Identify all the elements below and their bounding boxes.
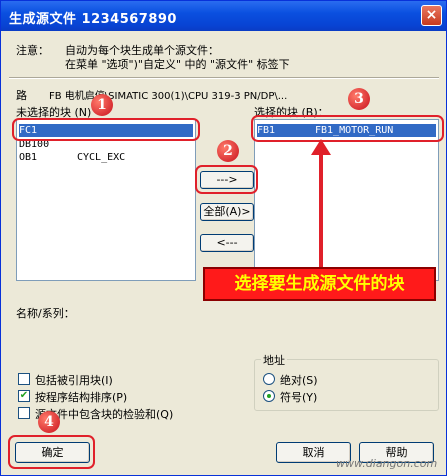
title-bar[interactable]: 生成源文件 1234567890 × (1, 1, 446, 31)
sort-by-structure-label: 按程序结构排序(P) (35, 391, 128, 404)
highlight-ring-selected (251, 115, 444, 142)
address-group-label: 地址 (261, 352, 287, 368)
callout-label: 选择要生成源文件的块 (203, 267, 436, 301)
watermark: www.diangon.com (336, 457, 438, 470)
absolute-label: 绝对(S) (280, 374, 318, 387)
symbolic-radio[interactable] (263, 390, 275, 402)
remove-button[interactable]: <--- (200, 234, 254, 252)
step-badge-1: 1 (91, 94, 113, 116)
selected-blocks-list[interactable]: FB1 FB1_MOTOR_RUN (254, 119, 439, 281)
include-refs-label: 包括被引用块(I) (35, 374, 113, 387)
list-item[interactable]: OB1 CYCL_EXC (19, 151, 193, 164)
path-label: 路 (16, 89, 27, 102)
notice-line-2: 在菜单 "选项")"自定义" 中的 "源文件" 标签下 (65, 58, 290, 71)
highlight-ring-ok (8, 435, 95, 469)
name-family-label: 名称/系列： (16, 307, 75, 320)
notice-label: 注意： (16, 44, 49, 57)
absolute-radio[interactable] (263, 373, 275, 385)
dialog-window: 生成源文件 1234567890 × 注意： 自动为每个块生成单个源文件： 在菜… (0, 0, 447, 476)
path-value: FB 电机启停\SIMATIC 300(1)\CPU 319-3 PN/DP\.… (49, 91, 288, 102)
add-all-button[interactable]: 全部(A)> (200, 203, 254, 221)
close-button[interactable]: × (421, 5, 442, 26)
include-refs-checkbox[interactable] (18, 373, 30, 385)
sort-by-structure-checkbox[interactable]: ✔ (18, 390, 30, 402)
step-badge-3: 3 (348, 88, 370, 110)
step-badge-2: 2 (217, 140, 239, 162)
up-arrow-icon (311, 139, 331, 267)
include-checksum-checkbox[interactable] (18, 407, 30, 419)
step-badge-4: 4 (38, 411, 60, 433)
symbolic-label: 符号(Y) (280, 391, 318, 404)
highlight-ring-unselected (12, 118, 200, 141)
highlight-ring-add (195, 165, 258, 194)
separator (9, 77, 439, 79)
window-title: 生成源文件 1234567890 (9, 12, 177, 27)
unselected-blocks-list[interactable]: FC1 DB100 OB1 CYCL_EXC (16, 119, 196, 281)
